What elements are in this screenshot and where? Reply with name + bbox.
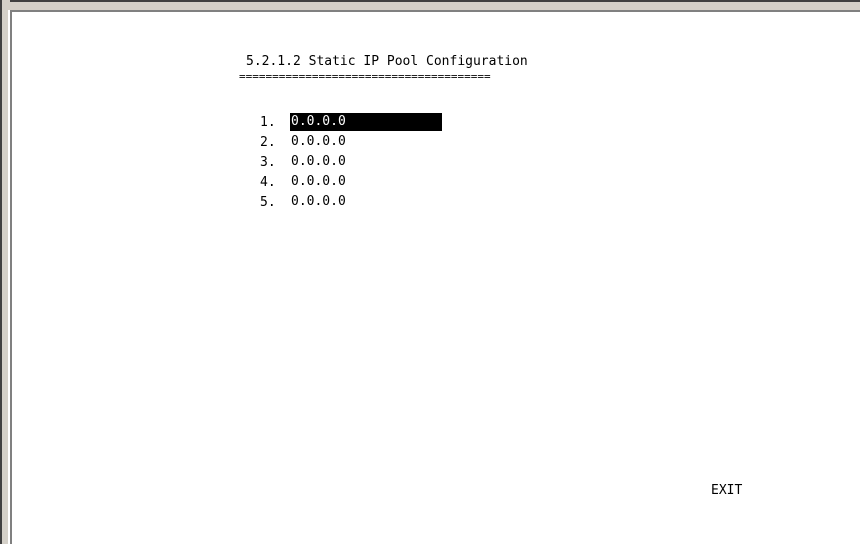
frame-left-border — [0, 0, 10, 544]
ip-address-field[interactable]: 0.0.0.0 — [290, 113, 442, 131]
ip-pool-entry-4[interactable]: 4. 0.0.0.0 — [260, 172, 442, 192]
ip-pool-entry-3[interactable]: 3. 0.0.0.0 — [260, 152, 442, 172]
entry-number: 5. — [260, 194, 276, 210]
ip-pool-entry-5[interactable]: 5. 0.0.0.0 — [260, 192, 442, 212]
ip-pool-entry-1[interactable]: 1. 0.0.0.0 — [260, 112, 442, 132]
entry-number: 2. — [260, 134, 276, 150]
ip-address-field[interactable]: 0.0.0.0 — [290, 173, 347, 191]
frame-top-border — [0, 0, 860, 10]
entry-number: 1. — [260, 114, 276, 130]
ip-address-field[interactable]: 0.0.0.0 — [290, 133, 347, 151]
entry-number: 3. — [260, 154, 276, 170]
terminal-window-frame: 5.2.1.2 Static IP Pool Configuration ===… — [0, 0, 860, 544]
title-underline: ====================================== — [239, 70, 491, 83]
ip-address-field[interactable]: 0.0.0.0 — [290, 193, 347, 211]
ip-pool-list: 1. 0.0.0.0 2. 0.0.0.0 3. 0.0.0.0 4. 0.0.0.0 … — [260, 112, 442, 212]
page-title: 5.2.1.2 Static IP Pool Configuration — [246, 54, 528, 69]
exit-button[interactable]: EXIT — [711, 483, 742, 498]
entry-number: 4. — [260, 174, 276, 190]
ip-address-field[interactable]: 0.0.0.0 — [290, 153, 347, 171]
terminal-screen: 5.2.1.2 Static IP Pool Configuration ===… — [12, 12, 860, 544]
ip-pool-entry-2[interactable]: 2. 0.0.0.0 — [260, 132, 442, 152]
